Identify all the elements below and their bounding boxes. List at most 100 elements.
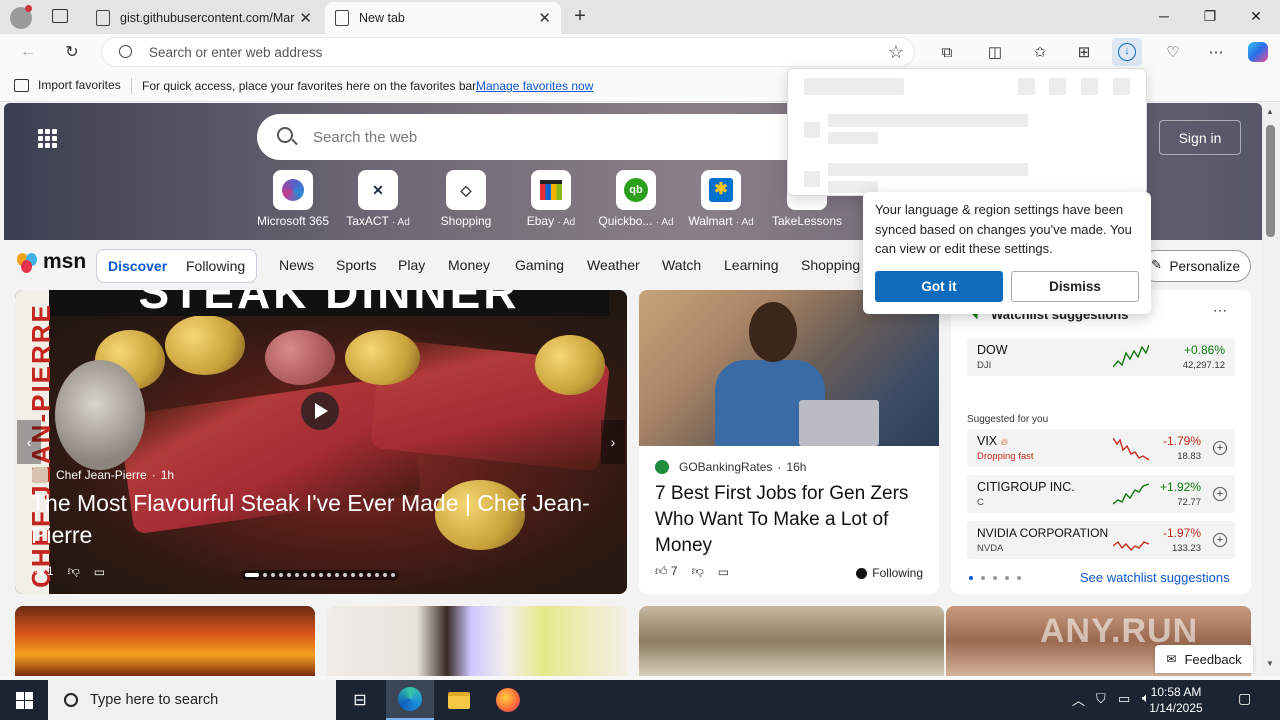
see-watchlist-link[interactable]: See watchlist suggestions [1080, 570, 1230, 585]
sparkline [1113, 540, 1149, 552]
personalize-button[interactable]: ✎ Personalize [1140, 250, 1251, 282]
browser-titlebar: gist.githubusercontent.com/Mar ✕ New tab… [0, 0, 1280, 34]
scrollbar-thumb[interactable] [1266, 125, 1275, 237]
nav-play[interactable]: Play [398, 257, 425, 273]
manage-favorites-link[interactable]: Manage favorites now [476, 79, 593, 93]
downloads-icon[interactable]: ↓ [1112, 38, 1142, 66]
app-launcher-icon[interactable] [34, 125, 62, 153]
shortcut-quickbooks[interactable]: qb Quickbo... · Ad [591, 170, 681, 228]
file-explorer-icon[interactable] [435, 680, 483, 720]
web-search-box[interactable]: Search the web [257, 114, 817, 160]
nav-news[interactable]: News [279, 257, 314, 273]
story-headline[interactable]: The Most Flavourful Steak I've Ever Made… [31, 487, 591, 551]
story-card-food[interactable] [639, 606, 944, 676]
stock-change: +0.86% [1183, 343, 1225, 357]
shortcut-taxact[interactable]: ✕ TaxACT · Ad [333, 170, 423, 228]
close-window-button[interactable]: ✕ [1233, 0, 1279, 32]
shortcut-walmart[interactable]: ✱ Walmart · Ad [676, 170, 766, 228]
refresh-button[interactable]: ↻ [58, 38, 86, 66]
close-tab-icon[interactable]: ✕ [299, 9, 312, 27]
collections-icon[interactable]: ⊞ [1069, 38, 1099, 66]
tab-actions-icon[interactable] [52, 9, 68, 23]
nav-gaming[interactable]: Gaming [515, 257, 564, 273]
got-it-button[interactable]: Got it [875, 271, 1003, 302]
security-tray-icon[interactable]: ⛉ [1096, 691, 1106, 707]
watchlist-row[interactable]: NVIDIA CORPORATION NVDA -1.97% 133.23 + [967, 521, 1235, 559]
extensions-icon[interactable]: ⧉ [932, 38, 962, 66]
show-hidden-icons[interactable]: ︿ [1072, 690, 1085, 709]
split-screen-icon[interactable]: ◫ [980, 38, 1010, 66]
performance-icon[interactable]: ♡ [1158, 38, 1188, 66]
more-options-icon[interactable]: ⋯ [1213, 302, 1227, 319]
close-tab-icon[interactable]: ✕ [538, 9, 551, 27]
tab-new-tab[interactable]: New tab ✕ [325, 2, 561, 34]
shortcut-label: Ebay [526, 214, 555, 228]
network-icon[interactable]: ▭ [1118, 691, 1130, 707]
msn-logo[interactable]: msn [17, 250, 86, 274]
watchlist-row[interactable]: VIX 🔥︎ Dropping fast -1.79% 18.83 + [967, 429, 1235, 467]
following-tab[interactable]: Following [186, 258, 245, 274]
feedback-button[interactable]: ✉ Feedback [1155, 645, 1253, 673]
new-tab-button[interactable]: + [568, 4, 592, 28]
like-button[interactable]: 👍︎ 1 [31, 564, 54, 579]
copilot-icon[interactable] [1243, 38, 1273, 66]
nav-learning[interactable]: Learning [724, 257, 779, 273]
start-button[interactable] [0, 680, 48, 720]
taskbar-clock[interactable]: 10:58 AM 1/14/2025 [1140, 684, 1212, 716]
add-to-watchlist-button[interactable]: + [1213, 533, 1227, 547]
taskbar-search-box[interactable]: Type here to search [48, 680, 336, 720]
story-headline[interactable]: 7 Best First Jobs for Gen Zers Who Want … [655, 481, 927, 559]
restore-button[interactable]: ❐ [1187, 0, 1233, 32]
favorite-star-icon[interactable]: ☆ [888, 42, 904, 63]
scroll-up-icon[interactable]: ▲ [1266, 107, 1274, 116]
edge-taskbar-icon[interactable] [386, 680, 434, 720]
carousel-prev-button[interactable]: ‹ [17, 420, 41, 464]
import-favorites-button[interactable]: Import favorites [14, 78, 121, 92]
windows-logo-icon [15, 691, 33, 709]
story-card-fashion[interactable] [327, 606, 627, 676]
notifications-icon[interactable]: ▢ [1238, 690, 1251, 707]
back-button[interactable]: ← [14, 38, 42, 66]
shortcut-ebay[interactable]: Ebay · Ad [506, 170, 596, 228]
carousel-next-button[interactable]: › [601, 420, 625, 464]
page-scrollbar[interactable]: ▲ ▼ [1262, 103, 1280, 676]
thumbs-down-icon[interactable]: 👎︎ [692, 564, 704, 579]
firefox-icon[interactable] [484, 680, 532, 720]
feedback-label: Feedback [1184, 651, 1242, 667]
story-source: Chef Jean-Pierre · 1h [32, 467, 174, 483]
story-card-fire[interactable] [15, 606, 315, 676]
settings-more-icon[interactable]: ⋯ [1201, 38, 1231, 66]
minimize-button[interactable]: ─ [1141, 0, 1187, 32]
main-story-card[interactable]: STEAK DINNER CHEF JEAN-PIERRE ‹ › Chef J… [15, 290, 627, 594]
nav-money[interactable]: Money [448, 257, 490, 273]
dismiss-button[interactable]: Dismiss [1011, 271, 1139, 302]
add-to-watchlist-button[interactable]: + [1213, 441, 1227, 455]
skeleton-icon [1018, 78, 1035, 95]
address-bar[interactable]: Search or enter web address ☆ [101, 37, 915, 67]
tab-gist[interactable]: gist.githubusercontent.com/Mar ✕ [86, 2, 322, 34]
like-button[interactable]: 👍︎ 7 [655, 564, 678, 579]
watchlist-row[interactable]: CITIGROUP INC. C +1.92% 72.77 + [967, 475, 1235, 513]
story-card-jobs[interactable]: GOBankingRates · 16h 7 Best First Jobs f… [639, 290, 939, 594]
sign-in-button[interactable]: Sign in [1159, 120, 1241, 155]
skeleton-thumb [804, 171, 820, 187]
discover-tab[interactable]: Discover [108, 258, 167, 274]
watchlist-row[interactable]: DOW DJI +0.86% 42,297.12 [967, 338, 1235, 376]
nav-sports[interactable]: Sports [336, 257, 376, 273]
task-view-icon[interactable]: ⊟ [336, 680, 384, 720]
scroll-down-icon[interactable]: ▼ [1266, 659, 1274, 668]
favorites-icon[interactable]: ✩ [1025, 38, 1055, 66]
nav-shopping[interactable]: Shopping [801, 257, 860, 273]
add-to-watchlist-button[interactable]: + [1213, 487, 1227, 501]
play-icon[interactable] [301, 392, 339, 430]
thumbs-down-icon[interactable]: 👎︎ [68, 564, 80, 579]
shortcut-microsoft-365[interactable]: Microsoft 365 [248, 170, 338, 228]
following-badge[interactable]: Following [856, 566, 923, 580]
shortcut-label: Walmart [688, 214, 733, 228]
profile-icon[interactable] [10, 5, 32, 29]
nav-watch[interactable]: Watch [662, 257, 701, 273]
shortcut-shopping[interactable]: ◇ Shopping [421, 170, 511, 228]
comment-icon[interactable]: ▭ [94, 565, 105, 579]
comment-icon[interactable]: ▭ [718, 565, 729, 579]
nav-weather[interactable]: Weather [587, 257, 640, 273]
